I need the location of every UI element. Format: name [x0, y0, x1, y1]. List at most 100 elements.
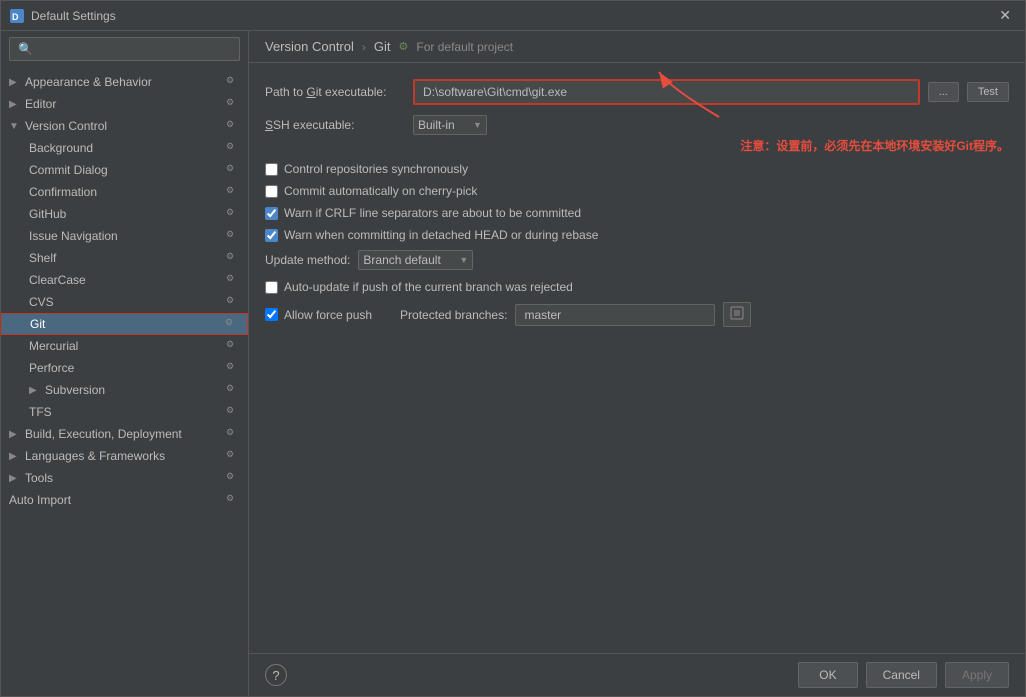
sidebar-item-languages[interactable]: ▶ Languages & Frameworks ⚙ [1, 445, 248, 467]
browse-button[interactable]: ... [928, 82, 959, 102]
sidebar-item-version-control[interactable]: ▼ Version Control ⚙ [1, 115, 248, 137]
settings-icon: ⚙ [226, 141, 240, 155]
sidebar-item-label: Perforce [29, 361, 226, 375]
title-bar: D Default Settings ✕ [1, 1, 1025, 31]
sidebar-item-perforce[interactable]: Perforce ⚙ [1, 357, 248, 379]
warn-crlf-row: Warn if CRLF line separators are about t… [265, 206, 1009, 220]
sidebar-item-git[interactable]: Git ⚙ [1, 313, 248, 335]
search-input[interactable] [9, 37, 240, 61]
sidebar-item-clearcase[interactable]: ClearCase ⚙ [1, 269, 248, 291]
settings-icon: ⚙ [226, 361, 240, 375]
sidebar-item-label: Appearance & Behavior [25, 75, 226, 89]
settings-icon: ⚙ [226, 383, 240, 397]
expand-arrow: ▶ [9, 473, 21, 484]
update-method-row: Update method: Branch default Merge Reba… [265, 250, 1009, 270]
sidebar-item-label: Git [30, 317, 225, 331]
sidebar-item-commit-dialog[interactable]: Commit Dialog ⚙ [1, 159, 248, 181]
sidebar-item-mercurial[interactable]: Mercurial ⚙ [1, 335, 248, 357]
main-content: ▶ Appearance & Behavior ⚙ ▶ Editor ⚙ ▼ V… [1, 31, 1025, 696]
sidebar-item-label: ClearCase [29, 273, 226, 287]
update-select-wrapper[interactable]: Branch default Merge Rebase [358, 250, 473, 270]
sidebar-item-label: Build, Execution, Deployment [25, 427, 226, 441]
sidebar-item-label: GitHub [29, 207, 226, 221]
settings-icon: ⚙ [226, 251, 240, 265]
settings-icon: ⚙ [225, 317, 239, 331]
sidebar-item-background[interactable]: Background ⚙ [1, 137, 248, 159]
ssh-select-wrapper[interactable]: Built-in Native [413, 115, 487, 135]
sidebar-item-auto-import[interactable]: Auto Import ⚙ [1, 489, 248, 511]
expand-arrow: ▼ [9, 121, 21, 132]
sidebar-item-tools[interactable]: ▶ Tools ⚙ [1, 467, 248, 489]
warn-head-row: Warn when committing in detached HEAD or… [265, 228, 1009, 242]
bottom-bar: ? OK Cancel Apply [249, 653, 1025, 696]
settings-icon: ⚙ [226, 207, 240, 221]
settings-icon: ⚙ [226, 339, 240, 353]
sidebar-item-label: Editor [25, 97, 226, 111]
apply-button[interactable]: Apply [945, 662, 1009, 688]
sidebar-item-build[interactable]: ▶ Build, Execution, Deployment ⚙ [1, 423, 248, 445]
settings-icon: ⚙ [226, 97, 240, 111]
settings-icon: ⚙ [226, 185, 240, 199]
expand-arrow: ▶ [9, 451, 21, 462]
settings-icon: ⚙ [226, 229, 240, 243]
sidebar-item-shelf[interactable]: Shelf ⚙ [1, 247, 248, 269]
sidebar-item-label: Version Control [25, 119, 226, 133]
sidebar-item-label: Issue Navigation [29, 229, 226, 243]
sidebar-item-tfs[interactable]: TFS ⚙ [1, 401, 248, 423]
commit-cherry-label: Commit automatically on cherry-pick [284, 184, 477, 198]
sidebar-item-label: Subversion [45, 383, 226, 397]
sidebar-item-cvs[interactable]: CVS ⚙ [1, 291, 248, 313]
main-window: D Default Settings ✕ ▶ Appearance & Beha… [0, 0, 1026, 697]
sidebar-item-appearance[interactable]: ▶ Appearance & Behavior ⚙ [1, 71, 248, 93]
ssh-label: SSH executable: [265, 118, 405, 132]
app-icon: D [9, 8, 25, 24]
warn-crlf-label: Warn if CRLF line separators are about t… [284, 206, 581, 220]
project-tag: For default project [416, 40, 513, 54]
protected-input[interactable] [515, 304, 715, 326]
warn-head-checkbox[interactable] [265, 229, 278, 242]
help-button[interactable]: ? [265, 664, 287, 686]
ok-button[interactable]: OK [798, 662, 857, 688]
settings-icon: ⚙ [226, 471, 240, 485]
auto-update-checkbox[interactable] [265, 281, 278, 294]
sidebar-item-label: Auto Import [9, 493, 226, 507]
settings-icon: ⚙ [226, 427, 240, 441]
sidebar-item-label: Mercurial [29, 339, 226, 353]
sidebar-item-editor[interactable]: ▶ Editor ⚙ [1, 93, 248, 115]
close-button[interactable]: ✕ [993, 5, 1017, 26]
sidebar-item-subversion[interactable]: ▶ Subversion ⚙ [1, 379, 248, 401]
annotation-text: 注意：设置前，必须先在本地环境安装好Git程序。 [265, 137, 1009, 154]
warn-crlf-checkbox[interactable] [265, 207, 278, 220]
commit-cherry-row: Commit automatically on cherry-pick [265, 184, 1009, 198]
settings-icon: ⚙ [226, 163, 240, 177]
allow-force-checkbox[interactable] [265, 308, 278, 321]
sidebar-item-github[interactable]: GitHub ⚙ [1, 203, 248, 225]
expand-arrow: ▶ [9, 429, 21, 440]
sidebar-item-issue-navigation[interactable]: Issue Navigation ⚙ [1, 225, 248, 247]
git-path-input[interactable] [413, 79, 920, 105]
ctrl-repos-checkbox[interactable] [265, 163, 278, 176]
sidebar-item-confirmation[interactable]: Confirmation ⚙ [1, 181, 248, 203]
settings-icon: ⚙ [226, 405, 240, 419]
settings-icon: ⚙ [226, 273, 240, 287]
ssh-select[interactable]: Built-in Native [414, 116, 473, 134]
allow-force-label: Allow force push [284, 308, 372, 322]
protected-browse-button[interactable] [723, 302, 751, 327]
update-label: Update method: [265, 253, 350, 267]
commit-cherry-checkbox[interactable] [265, 185, 278, 198]
ssh-row: SSH executable: Built-in Native [265, 115, 1009, 135]
protected-branches-group: Protected branches: [400, 302, 751, 327]
breadcrumb-separator: › [362, 40, 366, 54]
settings-icon: ⚙ [226, 119, 240, 133]
sidebar-item-label: Shelf [29, 251, 226, 265]
settings-icon: ⚙ [226, 75, 240, 89]
git-path-row: Path to Git executable: ... Test [265, 79, 1009, 105]
settings-icon: ⚙ [226, 295, 240, 309]
settings-icon: ⚙ [226, 493, 240, 507]
ctrl-repos-row: Control repositories synchronously [265, 162, 1009, 176]
update-select[interactable]: Branch default Merge Rebase [359, 251, 459, 269]
cancel-button[interactable]: Cancel [866, 662, 937, 688]
test-button[interactable]: Test [967, 82, 1009, 102]
allow-force-checkbox-group: Allow force push [265, 308, 372, 322]
panel-header: Version Control › Git ⚙ For default proj… [249, 31, 1025, 63]
